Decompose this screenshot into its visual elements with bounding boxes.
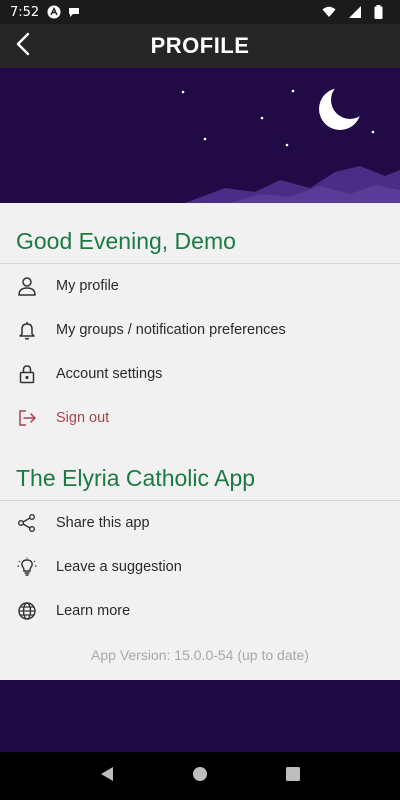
app-bar: PROFILE — [0, 24, 400, 68]
app-version-text: App Version: 15.0.0-54 (up to date) — [91, 647, 309, 663]
menu-item-learn-more[interactable]: Learn more — [0, 589, 400, 633]
lightbulb-icon — [16, 556, 38, 578]
nav-back-button[interactable] — [91, 760, 123, 792]
share-icon — [16, 512, 38, 534]
menu-item-label: Sign out — [56, 410, 110, 426]
circle-home-icon — [192, 766, 208, 787]
night-sky-banner — [0, 68, 400, 203]
bottom-background — [0, 680, 400, 752]
app-section-heading: The Elyria Catholic App — [16, 465, 256, 491]
menu-item-label: Account settings — [56, 366, 163, 382]
person-icon — [16, 275, 38, 297]
wifi-icon — [322, 5, 336, 19]
triangle-back-icon — [99, 766, 115, 787]
nav-home-button[interactable] — [184, 760, 216, 792]
system-nav-bar — [0, 752, 400, 800]
night-sky-illustration — [181, 81, 400, 203]
nav-recents-button[interactable] — [277, 760, 309, 792]
status-bar: 7:52 — [0, 0, 400, 24]
menu-item-label: Leave a suggestion — [56, 559, 182, 575]
menu-item-leave-suggestion[interactable]: Leave a suggestion — [0, 545, 400, 589]
bell-icon — [16, 319, 38, 341]
chat-icon — [67, 5, 81, 19]
menu-item-share-app[interactable]: Share this app — [0, 501, 400, 545]
menu-item-my-profile[interactable]: My profile — [0, 264, 400, 308]
menu-item-groups-notifications[interactable]: My groups / notification preferences — [0, 308, 400, 352]
status-time: 7:52 — [10, 4, 40, 20]
chevron-left-icon — [14, 32, 34, 61]
menu-item-label: Learn more — [56, 603, 131, 619]
menu-item-account-settings[interactable]: Account settings — [0, 352, 400, 396]
cell-signal-icon — [348, 5, 362, 19]
app-notification-icon — [47, 5, 61, 19]
back-button[interactable] — [8, 30, 40, 62]
square-recents-icon — [285, 766, 301, 787]
globe-icon — [16, 600, 38, 622]
menu-item-label: Share this app — [56, 515, 150, 531]
greeting-heading: Good Evening, Demo — [16, 228, 236, 254]
moon-icon — [319, 81, 369, 130]
sign-out-button[interactable]: Sign out — [0, 396, 400, 440]
sign-out-icon — [16, 407, 38, 429]
menu-item-label: My profile — [56, 278, 119, 294]
page-title: PROFILE — [150, 33, 250, 58]
profile-content: Good Evening, Demo My profile My groups … — [0, 203, 400, 680]
menu-item-label: My groups / notification preferences — [56, 322, 286, 338]
lock-icon — [16, 363, 38, 385]
battery-icon — [374, 5, 384, 19]
